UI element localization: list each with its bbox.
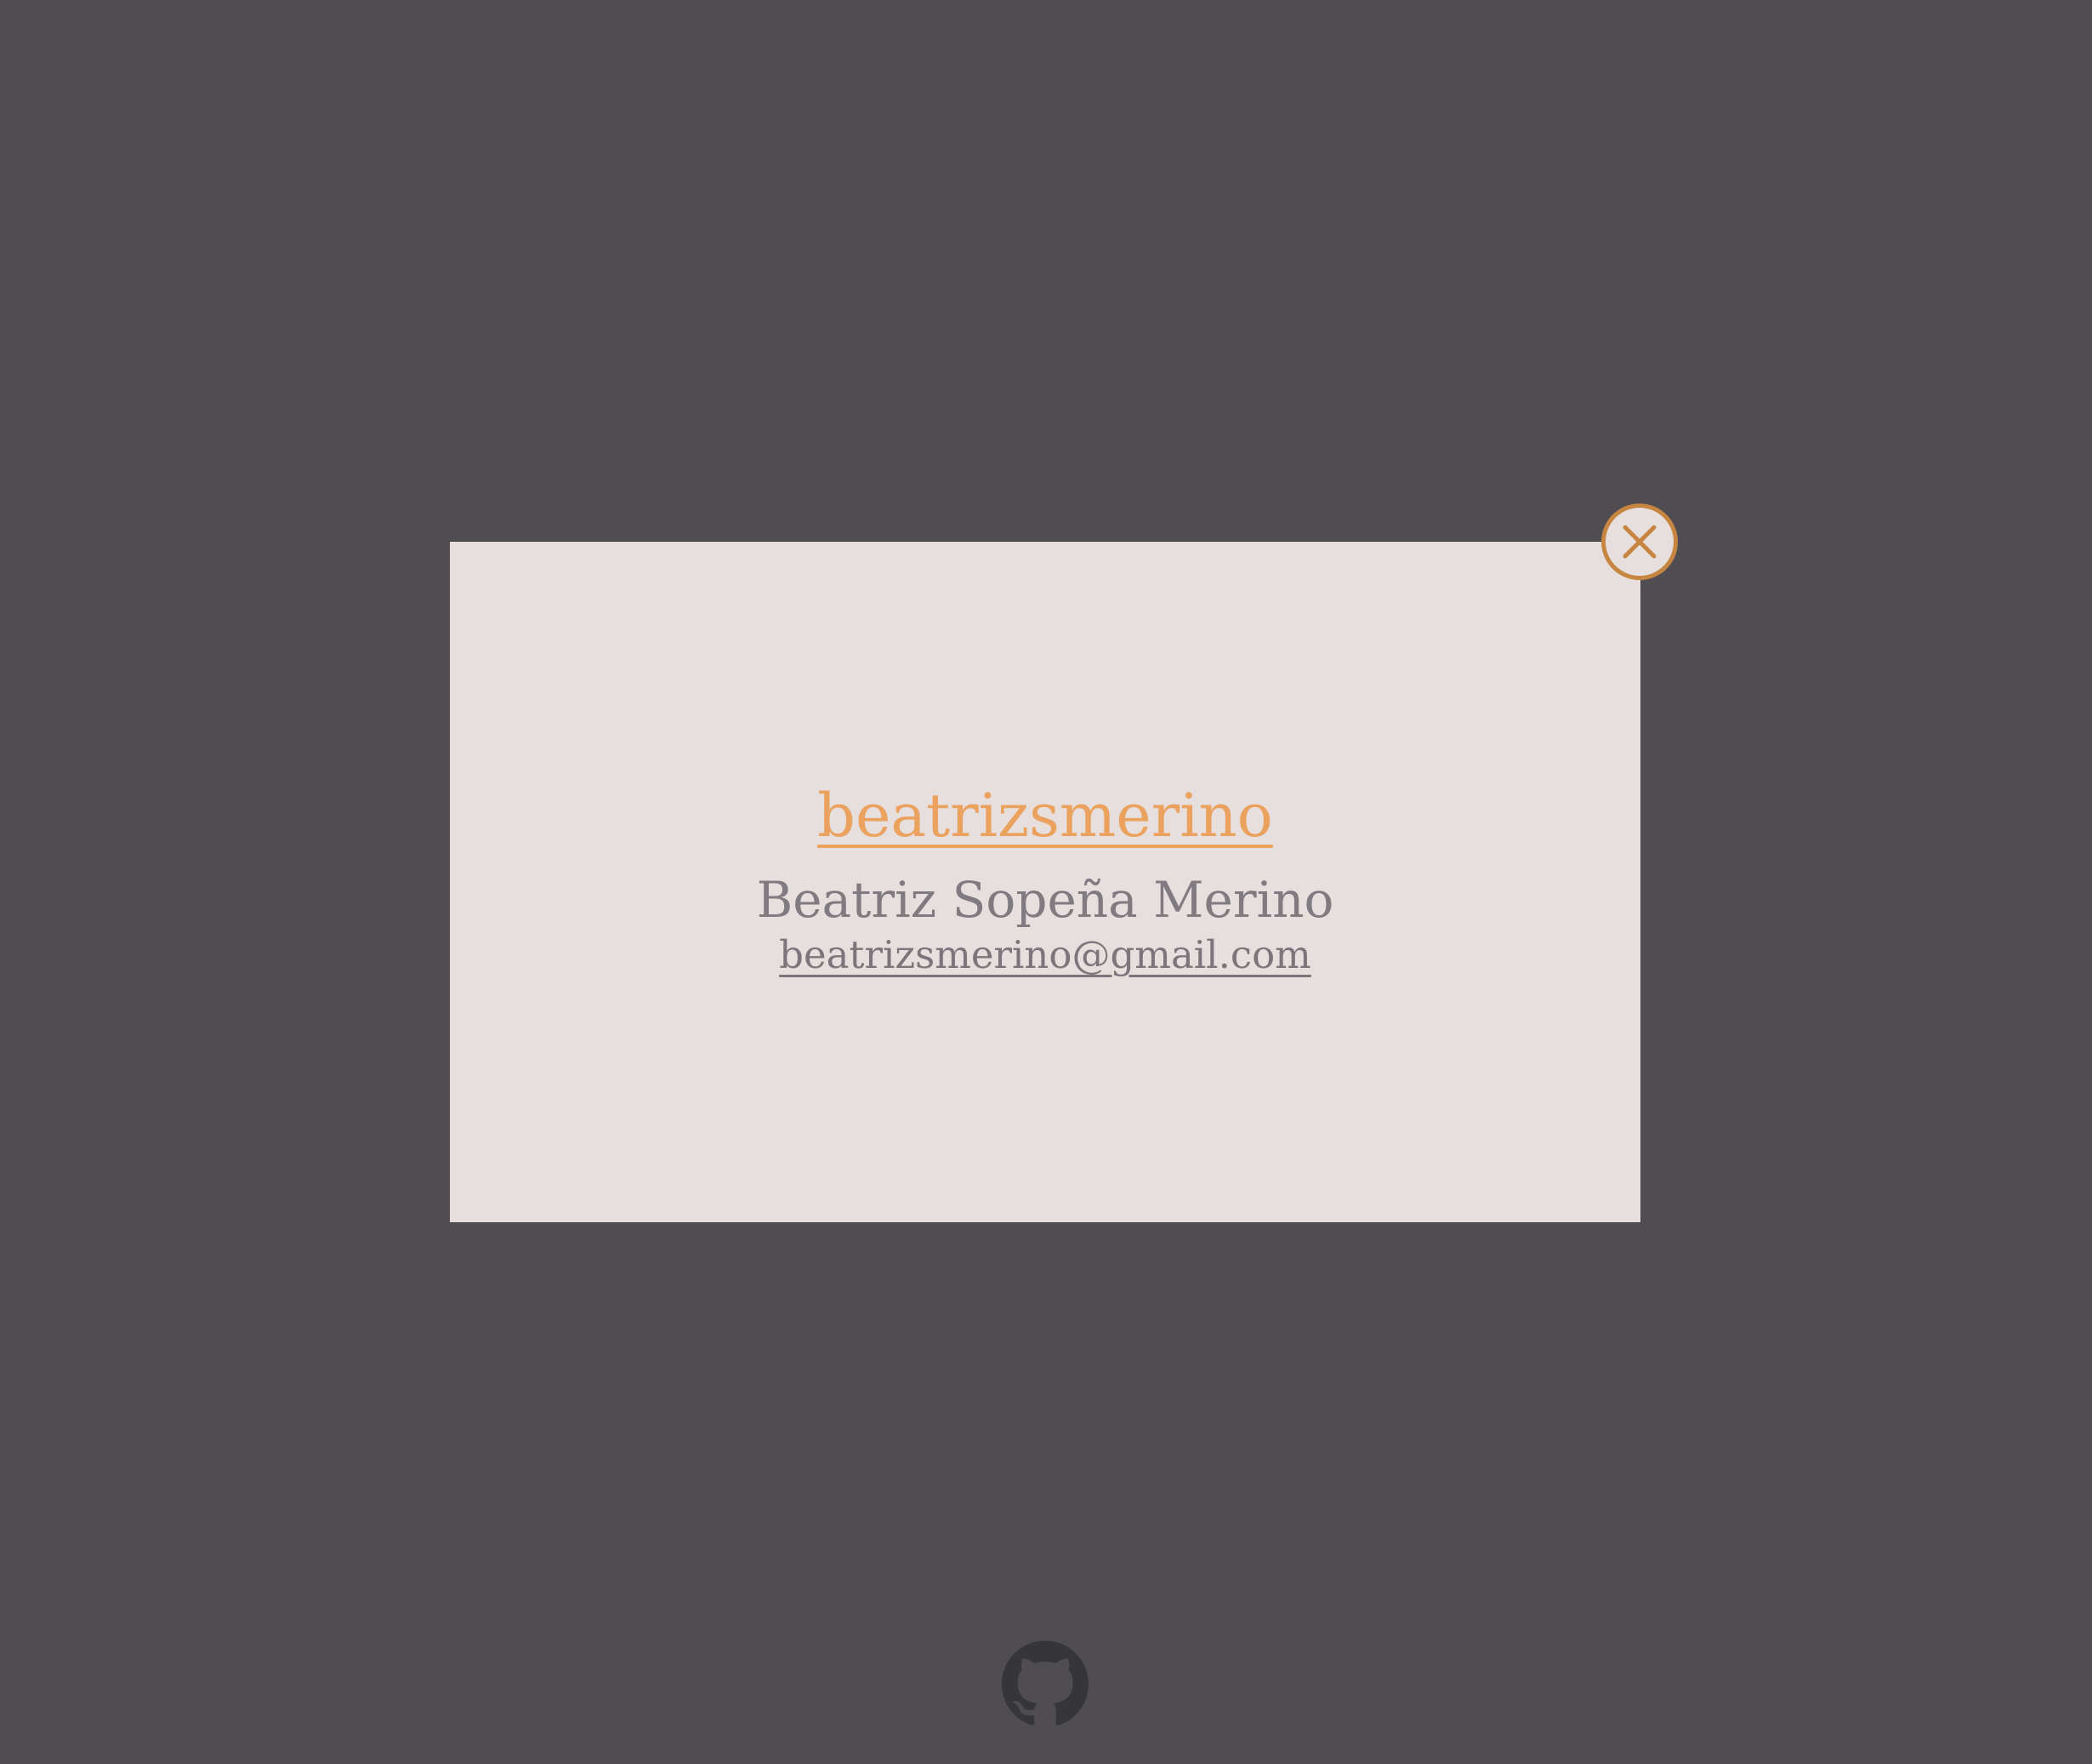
github-icon — [1002, 1641, 1089, 1726]
github-link[interactable] — [1002, 1641, 1089, 1727]
username-link[interactable]: beatrizsmerino — [817, 780, 1273, 851]
modal-content: beatrizsmerino Beatriz Sopeña Merino bea… — [450, 780, 1640, 981]
close-button[interactable] — [1601, 504, 1678, 580]
contact-modal: beatrizsmerino Beatriz Sopeña Merino bea… — [450, 542, 1640, 1222]
full-name: Beatriz Sopeña Merino — [756, 871, 1334, 929]
email-link[interactable]: beatrizsmerino@gmail.com — [779, 930, 1311, 981]
close-icon — [1623, 525, 1657, 559]
